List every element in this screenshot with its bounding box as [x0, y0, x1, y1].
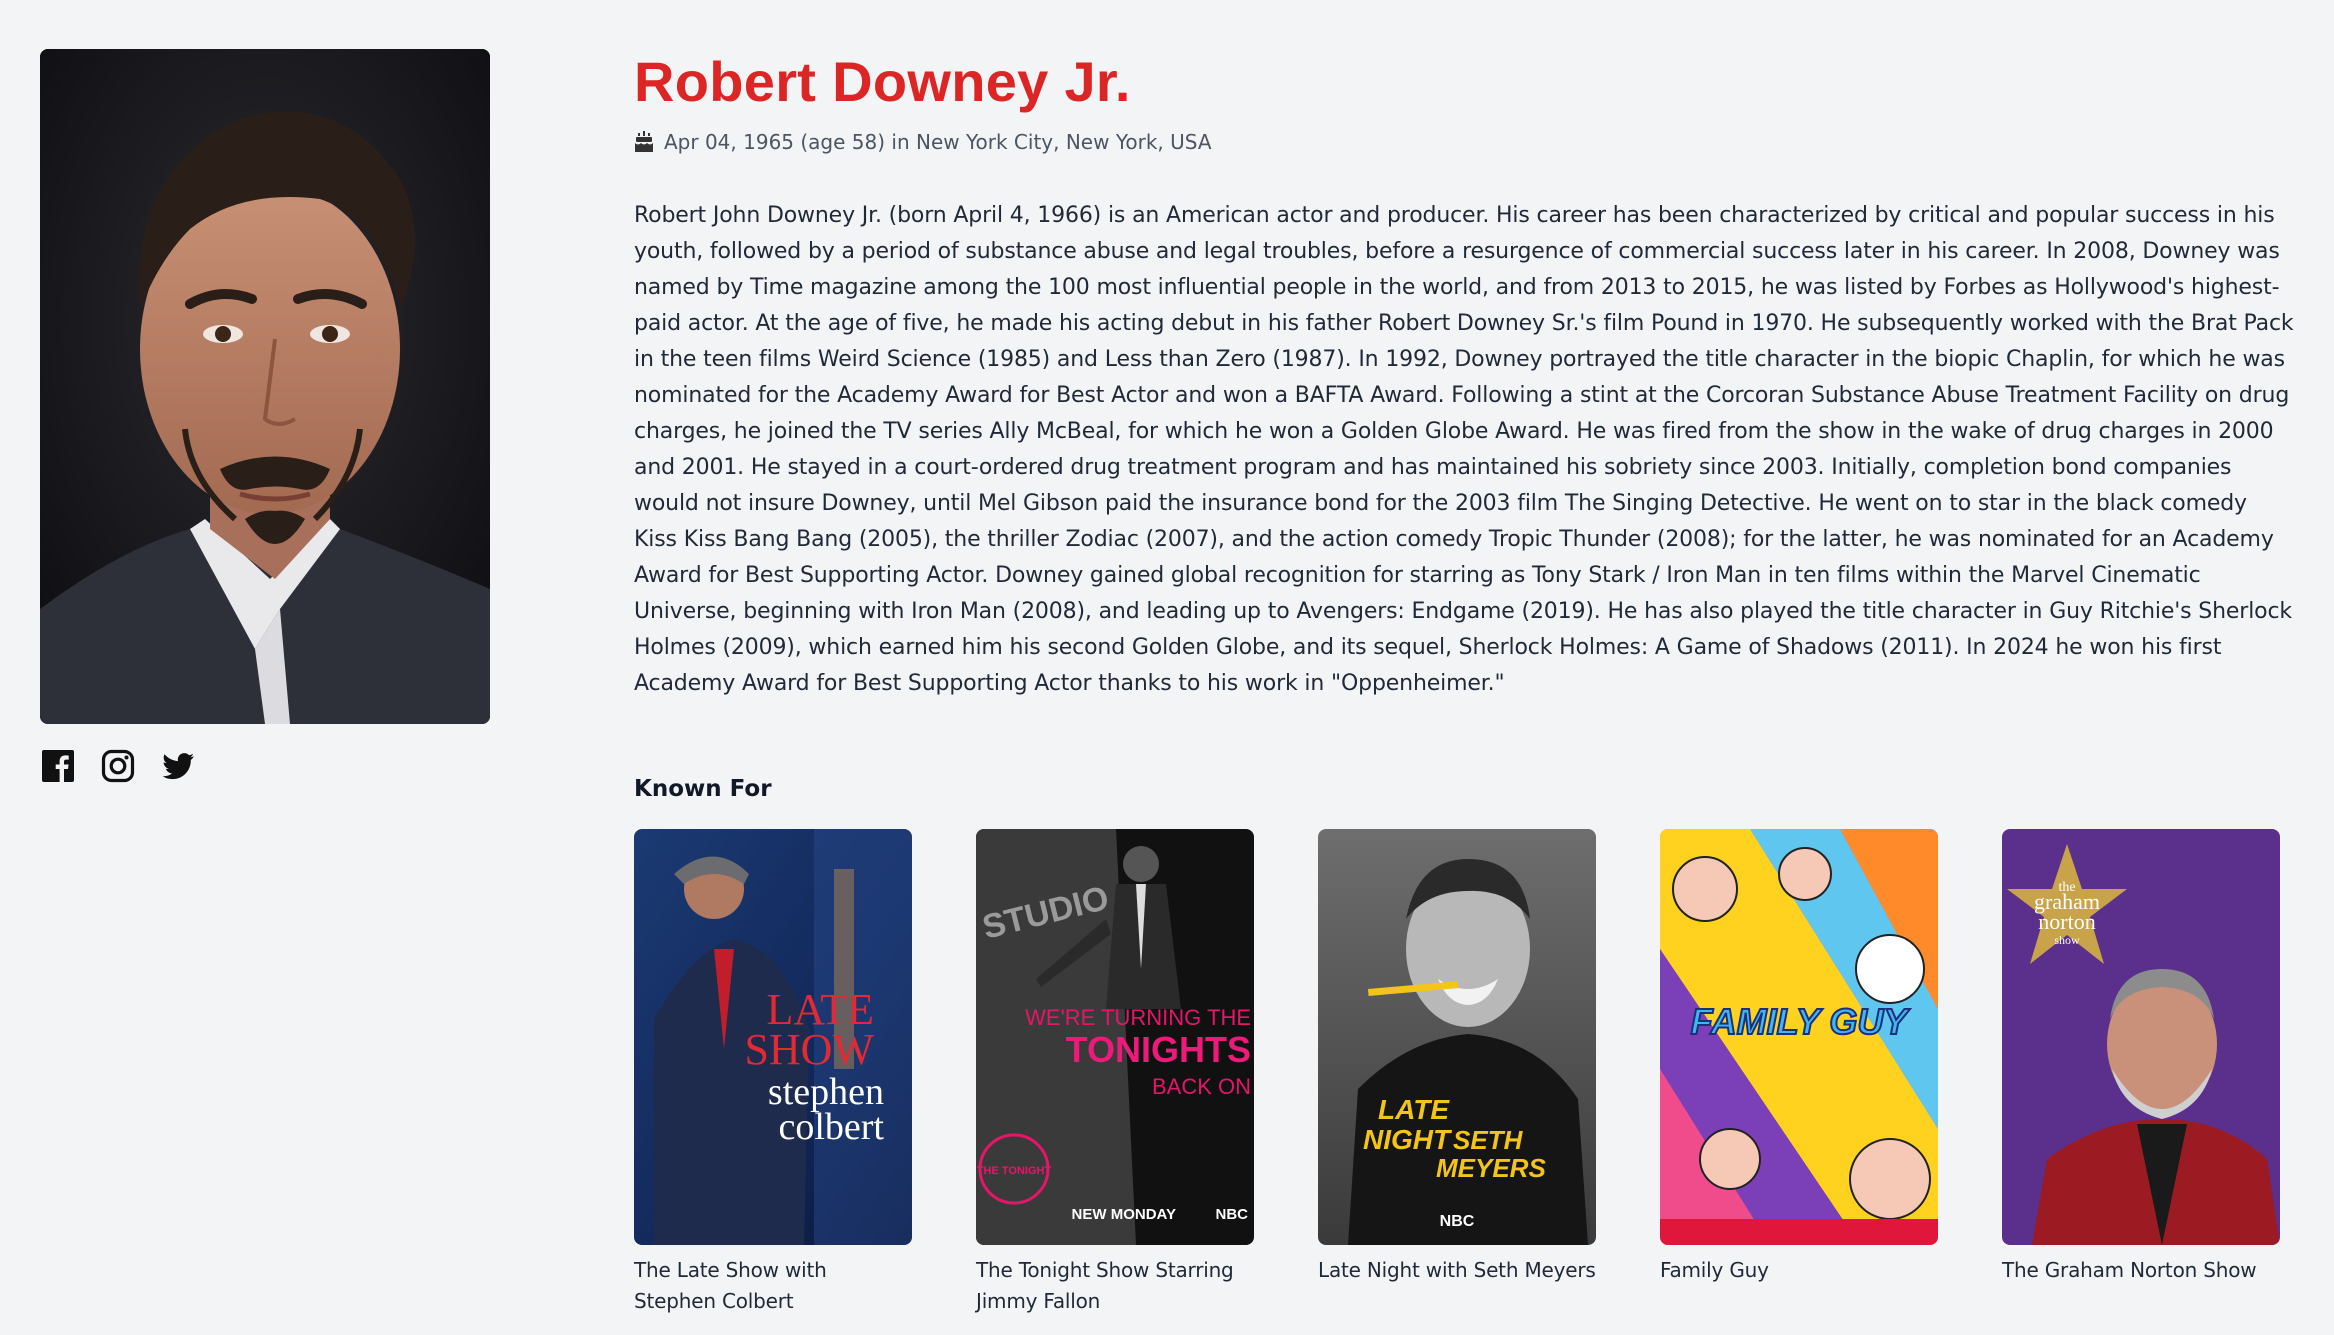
- poster-text: NBC: [1216, 1206, 1249, 1223]
- known-for-title: Late Night with Seth Meyers: [1318, 1258, 1596, 1282]
- instagram-icon: [101, 749, 135, 783]
- known-for-card[interactable]: the graham norton show The Graham Norton…: [2002, 829, 2280, 1317]
- person-details: Robert Downey Jr. Apr 04, 1965 (age 58) …: [634, 44, 2294, 1317]
- known-for-card[interactable]: FAMILY GUY Family Guy: [1660, 829, 1938, 1317]
- birthday-cake-icon: [634, 131, 654, 153]
- person-page: Robert Downey Jr. Apr 04, 1965 (age 58) …: [0, 0, 2334, 1335]
- poster-text: NEW MONDAY: [1072, 1206, 1176, 1223]
- svg-text:THE TONIGHT: THE TONIGHT: [977, 1165, 1052, 1177]
- poster-text: SHOW: [744, 1025, 874, 1074]
- known-for-title: Family Guy: [1660, 1258, 1769, 1282]
- poster-late-show: LATE SHOW stephen colbert: [634, 829, 912, 1245]
- known-for-heading: Known For: [634, 776, 772, 802]
- poster-text: SETH: [1453, 1125, 1524, 1155]
- twitter-icon: [162, 753, 194, 780]
- biography: Robert John Downey Jr. (born April 4, 19…: [634, 203, 2294, 696]
- poster-text: norton: [2038, 909, 2095, 934]
- instagram-link[interactable]: [100, 748, 136, 784]
- social-links: [40, 748, 196, 784]
- poster-text: FAMILY GUY: [1691, 1001, 1911, 1042]
- birth-info-text: Apr 04, 1965 (age 58) in New York City, …: [664, 130, 1212, 154]
- known-for-card[interactable]: LATE SHOW stephen colbert The Late Show …: [634, 829, 912, 1317]
- poster-text: MEYERS: [1436, 1153, 1546, 1183]
- poster-graham-norton: the graham norton show: [2002, 829, 2280, 1245]
- twitter-link[interactable]: [160, 748, 196, 784]
- known-for-title: The Tonight Show Starring Jimmy Fallon: [976, 1258, 1234, 1313]
- poster-tonight-show: STUDIO WE'RE TURNING THE TONIGHTS BACK O…: [976, 829, 1254, 1245]
- poster-text: NBC: [1440, 1213, 1475, 1230]
- known-for-card[interactable]: STUDIO WE'RE TURNING THE TONIGHTS BACK O…: [976, 829, 1254, 1317]
- poster-text: NIGHT: [1363, 1124, 1453, 1155]
- known-for-list: LATE SHOW stephen colbert The Late Show …: [634, 829, 2294, 1317]
- poster-text: TONIGHTS: [1066, 1029, 1251, 1070]
- poster-text: LATE: [1378, 1094, 1450, 1125]
- poster-text: show: [2054, 933, 2080, 947]
- poster-family-guy: FAMILY GUY: [1660, 829, 1938, 1245]
- poster-text: WE'RE TURNING THE: [1025, 1005, 1251, 1030]
- known-for-title: The Graham Norton Show: [2002, 1258, 2257, 1282]
- facebook-icon: [42, 750, 74, 782]
- poster-late-night: LATE NIGHT SETH MEYERS NBC: [1318, 829, 1596, 1245]
- birth-info-row: Apr 04, 1965 (age 58) in New York City, …: [634, 128, 2294, 156]
- known-for-title: The Late Show with Stephen Colbert: [634, 1258, 827, 1313]
- profile-photo: [40, 49, 490, 724]
- person-name: Robert Downey Jr.: [634, 50, 1131, 113]
- poster-text: colbert: [778, 1106, 884, 1148]
- poster-text: BACK ON: [1152, 1074, 1251, 1099]
- known-for-card[interactable]: LATE NIGHT SETH MEYERS NBC Late Night wi…: [1318, 829, 1596, 1317]
- facebook-link[interactable]: [40, 748, 76, 784]
